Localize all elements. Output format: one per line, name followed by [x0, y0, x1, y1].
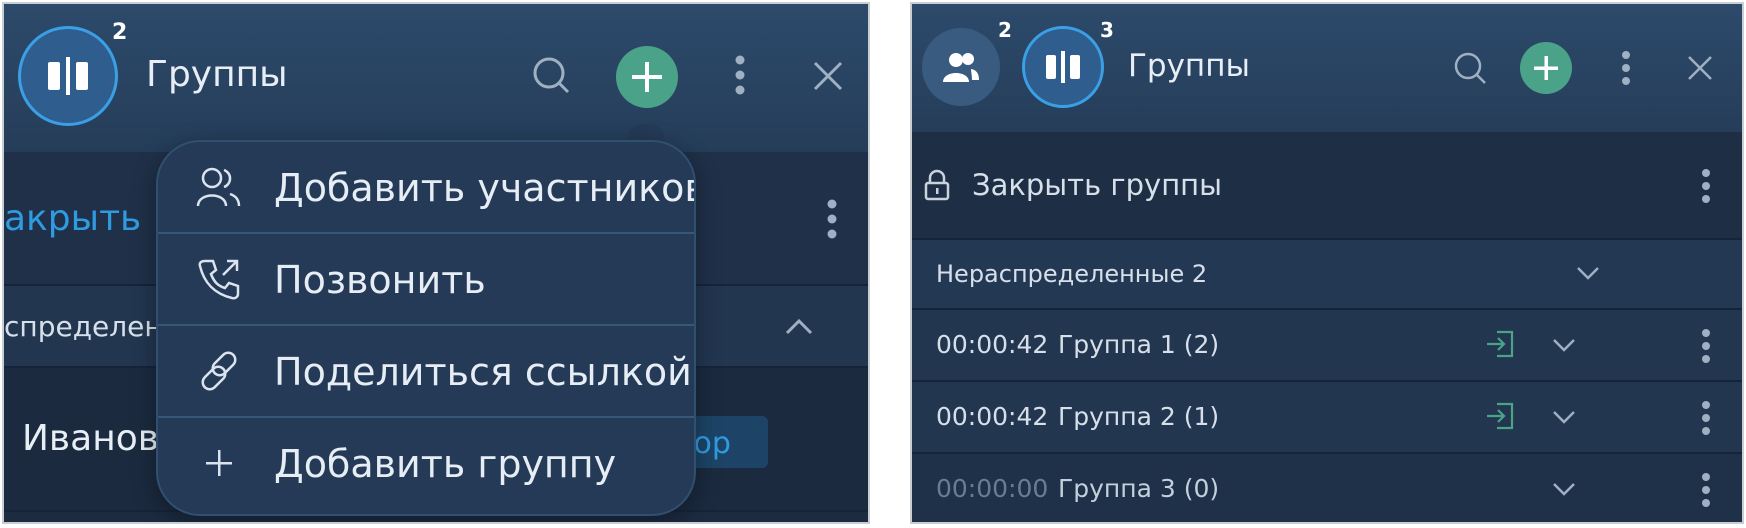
- groups-count-badge: 3: [1100, 18, 1114, 42]
- chevron-down-icon[interactable]: [1574, 262, 1602, 284]
- chevron-down-icon[interactable]: [1550, 406, 1578, 428]
- search-icon[interactable]: [1452, 50, 1488, 86]
- group-row[interactable]: 00:00:42 Группа 2 (1): [912, 382, 1742, 454]
- chevron-up-icon[interactable]: [784, 314, 814, 338]
- groups-panel: 2 3 Группы Закрыть группы Нераспределенн…: [910, 2, 1744, 524]
- chevron-down-icon[interactable]: [1550, 334, 1578, 356]
- plus-icon: [1534, 56, 1558, 80]
- menu-item-call[interactable]: Позвонить: [158, 234, 694, 326]
- menu-item-label: Поделиться ссылкой: [274, 350, 692, 394]
- menu-item-label: Добавить группу: [274, 442, 617, 486]
- unassigned-row[interactable]: Нераспределенные 2: [912, 240, 1742, 310]
- add-button[interactable]: [1520, 42, 1572, 94]
- plus-icon: [632, 62, 662, 92]
- more-options-icon[interactable]: [1698, 470, 1714, 510]
- close-icon[interactable]: [1686, 54, 1714, 82]
- menu-item-add-group[interactable]: Добавить группу: [158, 418, 694, 510]
- page-title: Группы: [1128, 48, 1250, 84]
- search-icon[interactable]: [528, 52, 574, 98]
- plus-icon: [194, 438, 244, 488]
- chevron-down-icon[interactable]: [1550, 478, 1578, 500]
- close-groups-row[interactable]: Закрыть группы: [912, 132, 1742, 240]
- group-name: Группа 2 (1): [1058, 402, 1220, 431]
- add-menu: Добавить участников Позвонить Поделиться…: [156, 140, 696, 516]
- group-row[interactable]: 00:00:42 Группа 1 (2): [912, 310, 1742, 382]
- group-row[interactable]: 00:00:00 Группа 3 (0): [912, 454, 1742, 522]
- phone-icon: [194, 254, 244, 304]
- more-options-icon[interactable]: [1618, 48, 1634, 88]
- menu-item-label: Позвонить: [274, 258, 486, 302]
- groups-count-badge: 2: [112, 20, 128, 45]
- menu-item-label: Добавить участников: [274, 166, 696, 210]
- close-icon[interactable]: [810, 58, 846, 94]
- more-options-icon[interactable]: [730, 52, 750, 98]
- more-options-icon[interactable]: [1698, 398, 1714, 438]
- more-options-icon[interactable]: [822, 196, 842, 242]
- lock-icon: [922, 168, 952, 202]
- groups-avatar[interactable]: [18, 26, 118, 126]
- group-timer: 00:00:00: [936, 474, 1049, 503]
- panel-header: 2 Группы: [4, 4, 868, 152]
- more-options-icon[interactable]: [1698, 326, 1714, 366]
- split-view-icon: [48, 57, 88, 95]
- join-group-icon[interactable]: [1484, 400, 1516, 432]
- close-groups-label: Закрыть группы: [972, 168, 1223, 202]
- add-button[interactable]: [616, 46, 678, 108]
- menu-item-add-participants[interactable]: Добавить участников: [158, 142, 694, 234]
- page-title: Группы: [146, 54, 288, 95]
- link-icon: [194, 346, 244, 396]
- unassigned-label: Нераспределенные 2: [936, 260, 1208, 288]
- group-timer: 00:00:42: [936, 330, 1049, 359]
- member-name: Иванов: [22, 418, 159, 459]
- participants-count-badge: 2: [998, 18, 1012, 42]
- users-icon: [194, 162, 244, 212]
- split-view-icon: [1046, 51, 1080, 83]
- users-icon: [943, 53, 979, 82]
- more-options-icon[interactable]: [1698, 166, 1714, 206]
- unassigned-label: спределен: [4, 310, 163, 343]
- groups-avatar[interactable]: [1022, 26, 1104, 108]
- participants-avatar[interactable]: [922, 28, 1000, 106]
- group-name: Группа 1 (2): [1058, 330, 1220, 359]
- join-group-icon[interactable]: [1484, 328, 1516, 360]
- group-name: Группа 3 (0): [1058, 474, 1220, 503]
- groups-panel-with-menu: 2 Группы акрыть гр спределен Иванов тор: [2, 2, 870, 524]
- group-timer: 00:00:42: [936, 402, 1049, 431]
- panel-header: 2 3 Группы: [912, 4, 1742, 132]
- menu-item-share-link[interactable]: Поделиться ссылкой: [158, 326, 694, 418]
